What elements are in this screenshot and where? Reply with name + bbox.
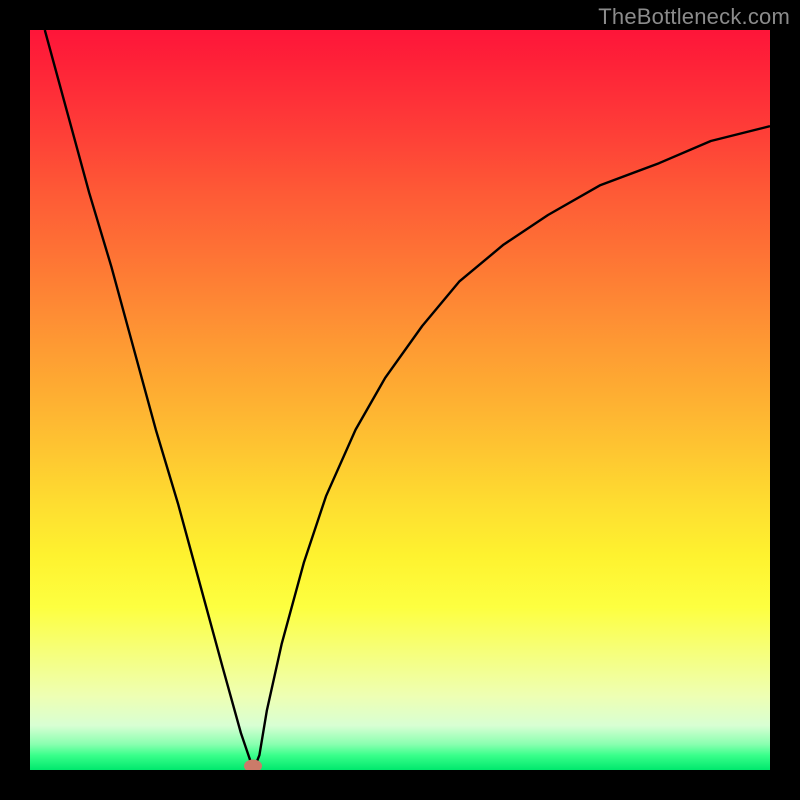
chart-root: TheBottleneck.com xyxy=(0,0,800,800)
curve-layer xyxy=(30,30,770,770)
plot-area xyxy=(30,30,770,770)
optimal-marker xyxy=(244,760,262,770)
attribution-label: TheBottleneck.com xyxy=(598,4,790,30)
bottleneck-curve-path xyxy=(45,30,770,770)
